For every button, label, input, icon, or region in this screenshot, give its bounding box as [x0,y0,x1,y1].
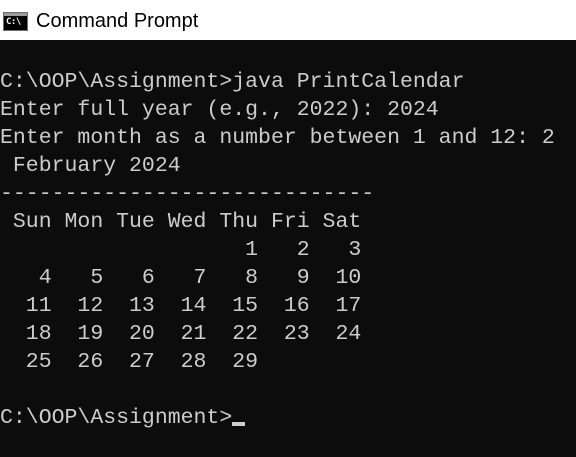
calendar-week-row: 18 19 20 21 22 23 24 [0,322,362,346]
calendar-weekday-header: Sun Mon Tue Wed Thu Fri Sat [0,210,362,234]
console-output-area[interactable]: C:\OOP\Assignment>java PrintCalendar Ent… [0,40,576,457]
window-title: Command Prompt [36,10,199,32]
text-cursor [232,422,246,426]
command-prompt-icon: C:\ [3,12,28,31]
calendar-week-row: 25 26 27 28 29 [0,350,259,374]
console-prompt-line[interactable]: C:\OOP\Assignment> [0,404,555,432]
calendar-week-row: 1 2 3 [0,238,362,262]
calendar-divider: ----------------------------- [0,182,375,206]
console-prompt: C:\OOP\Assignment> [0,406,233,430]
console-line-year-prompt: Enter full year (e.g., 2022): 2024 [0,98,439,122]
calendar-month-heading: February 2024 [0,154,181,178]
title-bar[interactable]: C:\ Command Prompt [0,0,576,40]
calendar-week-row: 11 12 13 14 15 16 17 [0,294,362,318]
app-icon-label: C:\ [6,17,21,27]
calendar-week-row: 4 5 6 7 8 9 10 [0,266,362,290]
console-line-command: C:\OOP\Assignment>java PrintCalendar [0,70,465,94]
console-line-month-prompt: Enter month as a number between 1 and 12… [0,126,555,150]
